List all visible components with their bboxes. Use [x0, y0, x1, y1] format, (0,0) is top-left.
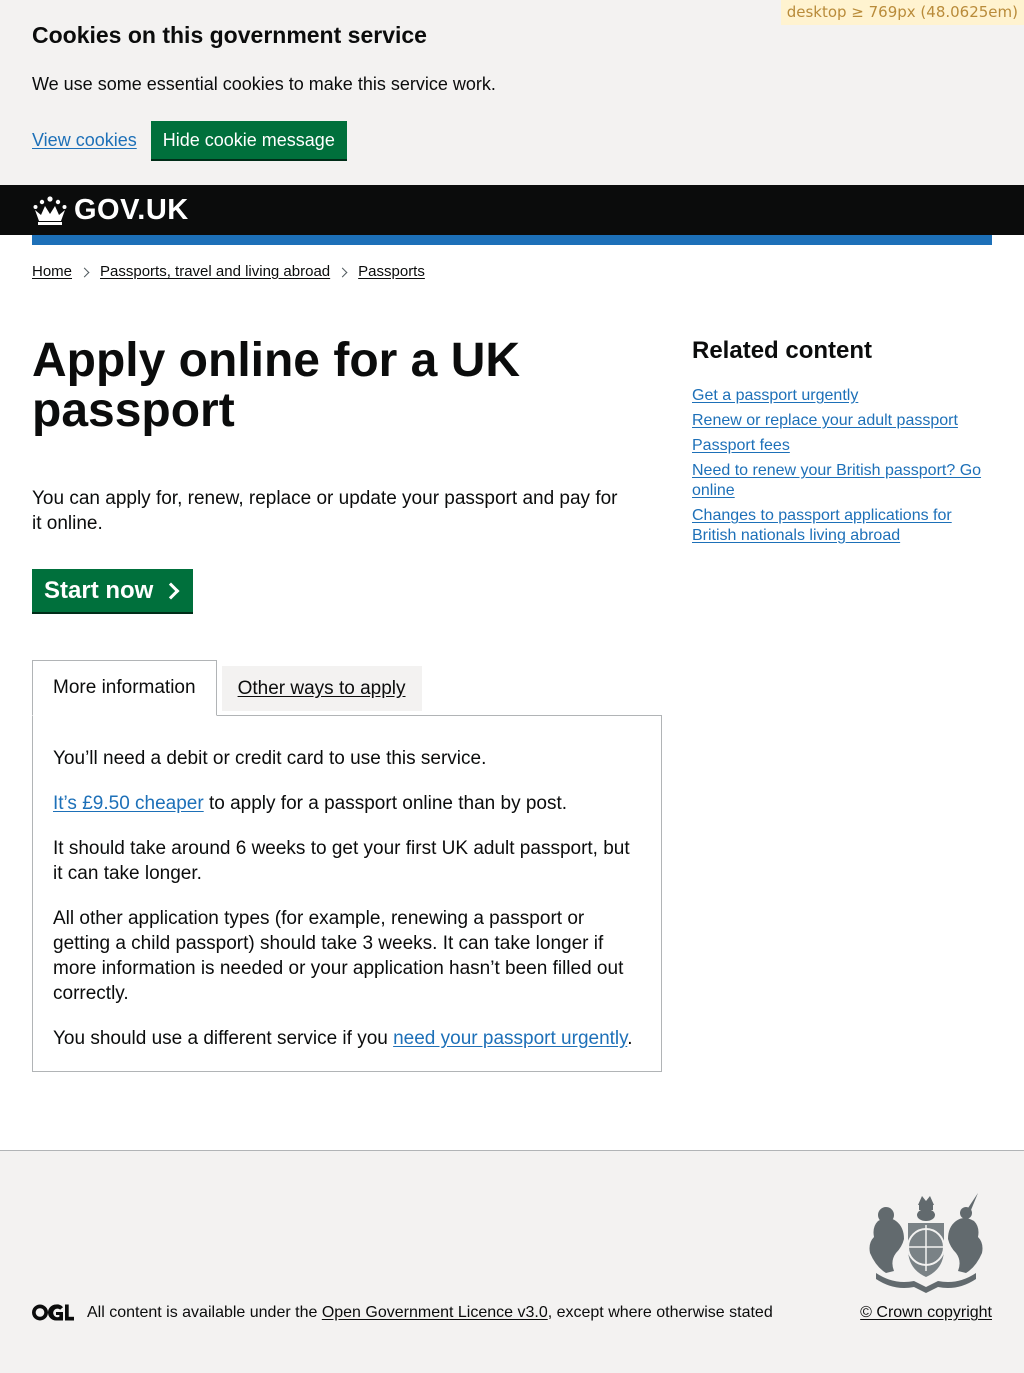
list-item: Get a passport urgently	[692, 386, 992, 406]
related-link-fees[interactable]: Passport fees	[692, 437, 790, 454]
passport-urgently-link[interactable]: need your passport urgently	[393, 1028, 627, 1049]
related-link-urgent[interactable]: Get a passport urgently	[692, 387, 858, 404]
related-content: Related content Get a passport urgently …	[692, 336, 992, 551]
panel-text: to apply for a passport online than by p…	[203, 793, 568, 814]
panel-paragraph: It’s £9.50 cheaper to apply for a passpo…	[53, 791, 641, 816]
panel-paragraph: You’ll need a debit or credit card to us…	[53, 748, 487, 769]
breakpoint-debug-badge: desktop ≥ 769px (48.0625em)	[780, 0, 1024, 25]
crown-icon	[33, 196, 67, 225]
cookie-banner: Cookies on this government service We us…	[0, 0, 1024, 185]
breadcrumb: Home Passports, travel and living abroad…	[32, 262, 992, 282]
panel-paragraph: It should take around 6 weeks to get you…	[53, 838, 630, 884]
panel-paragraph: All other application types (for example…	[53, 908, 624, 1004]
cookie-banner-actions: View cookies Hide cookie message	[32, 121, 992, 159]
crown-copyright-link[interactable]: © Crown copyright	[860, 1304, 992, 1321]
site-header: GOV.UK	[0, 185, 1024, 235]
panel-paragraph: You should use a different service if yo…	[53, 1026, 641, 1051]
tab-list: More information Other ways to apply	[32, 660, 662, 716]
start-now-label: Start now	[44, 576, 154, 604]
tab-other-ways-to-apply[interactable]: Other ways to apply	[221, 666, 422, 711]
ogl-icon	[32, 1304, 74, 1321]
chevron-right-icon	[162, 582, 180, 599]
breadcrumb-passports-travel[interactable]: Passports, travel and living abroad	[100, 262, 330, 282]
govuk-logotype: GOV.UK	[74, 194, 189, 226]
open-government-licence-link[interactable]: Open Government Licence v3.0	[322, 1304, 548, 1321]
tab-panel-more-information: You’ll need a debit or credit card to us…	[32, 715, 662, 1072]
header-accent-bar	[32, 235, 992, 245]
view-cookies-link[interactable]: View cookies	[32, 128, 137, 153]
tab-other-ways-to-apply-link[interactable]: Other ways to apply	[238, 678, 406, 699]
related-links-list: Get a passport urgently Renew or replace…	[692, 386, 992, 546]
licence-suffix: , except where otherwise stated	[547, 1304, 773, 1321]
panel-text: .	[627, 1028, 633, 1049]
licence-prefix: All content is available under the	[87, 1304, 322, 1321]
tabs: More information Other ways to apply You…	[32, 660, 662, 1072]
govuk-logo-link[interactable]: GOV.UK	[32, 194, 189, 226]
list-item: Passport fees	[692, 436, 992, 456]
cheaper-link[interactable]: It’s £9.50 cheaper	[53, 793, 204, 814]
related-link-renew-online[interactable]: Need to renew your British passport? Go …	[692, 462, 981, 499]
site-footer: All content is available under the Open …	[0, 1150, 1024, 1373]
chevron-right-icon	[337, 267, 348, 277]
crown-copyright: © Crown copyright	[860, 1303, 992, 1323]
list-item: Changes to passport applications for Bri…	[692, 506, 992, 546]
tab-more-information[interactable]: More information	[32, 660, 217, 716]
start-now-button[interactable]: Start now	[32, 569, 194, 612]
related-link-abroad[interactable]: Changes to passport applications for Bri…	[692, 507, 952, 544]
list-item: Renew or replace your adult passport	[692, 411, 992, 431]
related-content-heading: Related content	[692, 337, 873, 364]
list-item: Need to renew your British passport? Go …	[692, 461, 992, 501]
hide-cookie-message-button[interactable]: Hide cookie message	[150, 121, 347, 159]
lead-paragraph: You can apply for, renew, replace or upd…	[32, 488, 618, 534]
page-title: Apply online for a UK passport	[32, 334, 521, 437]
breadcrumb-home[interactable]: Home	[32, 262, 72, 282]
chevron-right-icon	[79, 267, 90, 277]
royal-coat-of-arms-icon	[869, 1193, 983, 1293]
breadcrumb-passports[interactable]: Passports	[358, 262, 425, 282]
licence-statement: All content is available under the Open …	[87, 1303, 773, 1323]
cookie-banner-message: We use some essential cookies to make th…	[32, 74, 496, 94]
panel-text: You should use a different service if yo…	[53, 1028, 394, 1049]
main-content: Apply online for a UK passport You can a…	[32, 336, 662, 1072]
related-link-renew[interactable]: Renew or replace your adult passport	[692, 412, 958, 429]
